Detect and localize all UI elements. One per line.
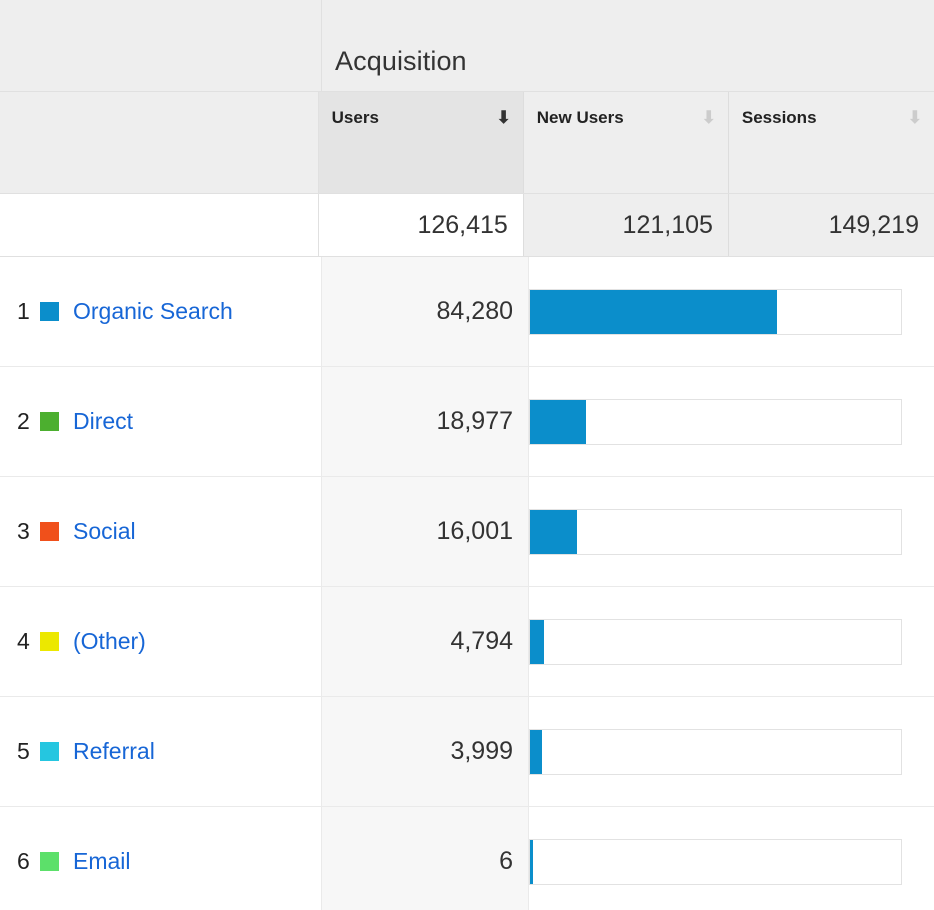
users-value-cell: 16,001 <box>322 477 529 586</box>
bar-track <box>529 509 902 555</box>
users-bar-cell <box>529 257 934 366</box>
totals-new-users: 121,105 <box>524 194 729 256</box>
channel-name-link[interactable]: (Other) <box>73 628 146 655</box>
bar-track <box>529 399 902 445</box>
bar-track <box>529 619 902 665</box>
row-rank: 5 <box>17 738 39 765</box>
table-row[interactable]: 4 (Other) 4,794 <box>0 587 934 697</box>
table-row[interactable]: 6 Email 6 <box>0 807 934 910</box>
channel-color-swatch-icon <box>40 632 59 651</box>
users-value-cell: 4,794 <box>322 587 529 696</box>
table-group-header: Acquisition <box>0 0 934 91</box>
row-rank: 4 <box>17 628 39 655</box>
table-row[interactable]: 3 Social 16,001 <box>0 477 934 587</box>
users-value-cell: 3,999 <box>322 697 529 806</box>
bar-fill <box>530 290 777 334</box>
bar-track <box>529 839 902 885</box>
users-value-cell: 6 <box>322 807 529 910</box>
users-bar-cell <box>529 697 934 806</box>
users-bar-cell <box>529 477 934 586</box>
users-bar-cell <box>529 587 934 696</box>
channel-color-swatch-icon <box>40 302 59 321</box>
column-header-new-users-label: New Users <box>537 108 624 128</box>
totals-users: 126,415 <box>319 194 524 256</box>
table-body: 1 Organic Search 84,280 2 Direct 18,977 3 Socia… <box>0 257 934 910</box>
acquisition-group-title: Acquisition <box>335 46 467 77</box>
column-header-row: Users ⬇ New Users ⬇ Sessions ⬇ <box>0 91 934 193</box>
bar-fill <box>530 510 577 554</box>
channel-name-link[interactable]: Social <box>73 518 136 545</box>
row-rank: 2 <box>17 408 39 435</box>
channel-name-link[interactable]: Email <box>73 848 131 875</box>
row-rank: 6 <box>17 848 39 875</box>
channel-name-link[interactable]: Organic Search <box>73 298 233 325</box>
channel-label-cell: 2 Direct <box>0 367 322 476</box>
bar-fill <box>530 730 542 774</box>
channel-label-cell: 4 (Other) <box>0 587 322 696</box>
column-header-sessions[interactable]: Sessions ⬇ <box>729 92 934 193</box>
group-header-spacer <box>0 0 322 91</box>
bar-fill <box>530 400 586 444</box>
channel-color-swatch-icon <box>40 742 59 761</box>
row-rank: 3 <box>17 518 39 545</box>
bar-fill <box>530 620 544 664</box>
column-header-new-users[interactable]: New Users ⬇ <box>524 92 729 193</box>
totals-sessions: 149,219 <box>729 194 934 256</box>
column-header-users[interactable]: Users ⬇ <box>319 92 524 193</box>
channel-color-swatch-icon <box>40 852 59 871</box>
sort-desc-arrow-icon[interactable]: ⬇ <box>497 108 511 127</box>
column-header-spacer <box>0 92 319 193</box>
channel-label-cell: 6 Email <box>0 807 322 910</box>
users-value-cell: 18,977 <box>322 367 529 476</box>
row-rank: 1 <box>17 298 39 325</box>
users-value-cell: 84,280 <box>322 257 529 366</box>
table-row[interactable]: 1 Organic Search 84,280 <box>0 257 934 367</box>
channel-label-cell: 1 Organic Search <box>0 257 322 366</box>
channel-color-swatch-icon <box>40 522 59 541</box>
bar-track <box>529 289 902 335</box>
acquisition-group-cell: Acquisition <box>322 0 934 91</box>
channel-name-link[interactable]: Referral <box>73 738 155 765</box>
users-bar-cell <box>529 367 934 476</box>
sort-desc-arrow-icon[interactable]: ⬇ <box>702 108 716 127</box>
table-row[interactable]: 2 Direct 18,977 <box>0 367 934 477</box>
channel-label-cell: 5 Referral <box>0 697 322 806</box>
bar-track <box>529 729 902 775</box>
column-header-users-label: Users <box>332 108 379 128</box>
acquisition-channels-table: Acquisition Users ⬇ New Users ⬇ Sessions… <box>0 0 934 910</box>
totals-label-cell <box>0 194 319 256</box>
channel-name-link[interactable]: Direct <box>73 408 133 435</box>
users-bar-cell <box>529 807 934 910</box>
channel-label-cell: 3 Social <box>0 477 322 586</box>
channel-color-swatch-icon <box>40 412 59 431</box>
totals-row: 126,415 121,105 149,219 <box>0 193 934 257</box>
table-row[interactable]: 5 Referral 3,999 <box>0 697 934 807</box>
column-header-sessions-label: Sessions <box>742 108 817 128</box>
sort-desc-arrow-icon[interactable]: ⬇ <box>908 108 922 127</box>
bar-fill <box>530 840 533 884</box>
